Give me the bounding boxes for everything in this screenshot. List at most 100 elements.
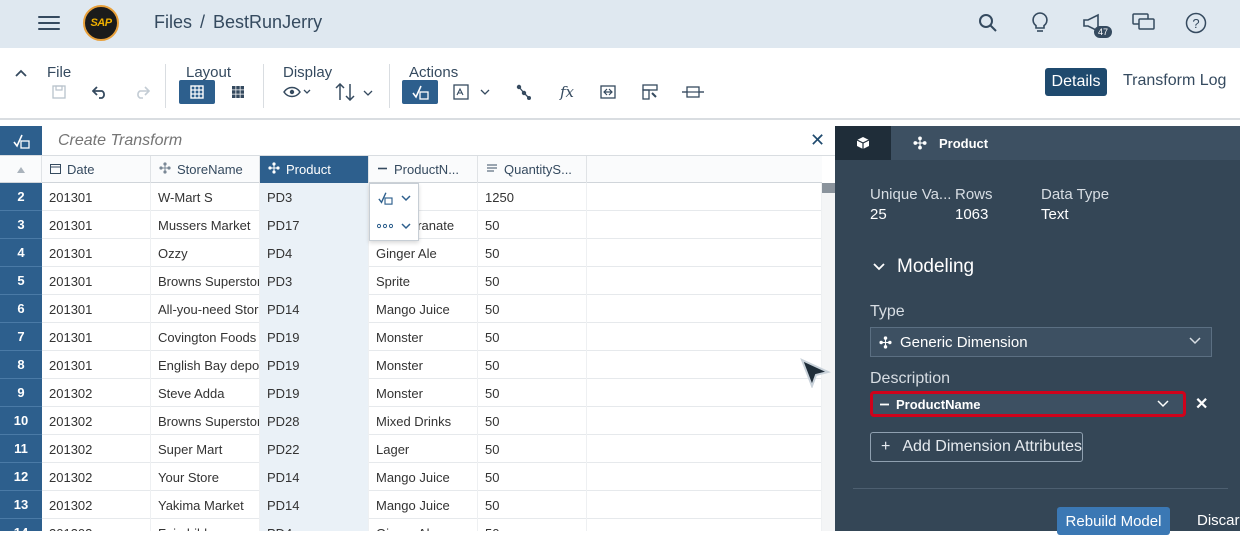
cell-product[interactable]: PD19: [260, 351, 369, 379]
cell-date[interactable]: 201302: [42, 435, 151, 463]
cell-qty[interactable]: 50: [478, 239, 587, 267]
row-number[interactable]: 5: [0, 267, 42, 295]
row-number[interactable]: 7: [0, 323, 42, 351]
cell-store[interactable]: W-Mart S: [151, 183, 260, 211]
table-row[interactable]: 7 201301 Covington Foods PD19 Monster 50: [0, 323, 822, 351]
column-header-storename[interactable]: StoreName: [151, 156, 260, 183]
cell-store[interactable]: Mussers Market: [151, 211, 260, 239]
tile-view-icon[interactable]: [228, 80, 248, 104]
cell-date[interactable]: 201301: [42, 239, 151, 267]
close-transform-icon[interactable]: ✕: [810, 130, 825, 151]
hamburger-menu-icon[interactable]: [38, 12, 60, 32]
table-row[interactable]: 5 201301 Browns Superstore PD3 Sprite 50: [0, 267, 822, 295]
cell-qty[interactable]: 50: [478, 519, 587, 531]
cell-qty[interactable]: 50: [478, 323, 587, 351]
cell-product[interactable]: PD19: [260, 379, 369, 407]
column-header-productname[interactable]: ProductN...: [369, 156, 478, 183]
cell-product[interactable]: PD17: [260, 211, 369, 239]
cell-pname[interactable]: Monster: [369, 379, 478, 407]
cell-date[interactable]: 201301: [42, 267, 151, 295]
cell-qty[interactable]: 1250: [478, 183, 587, 211]
table-row[interactable]: 4 201301 Ozzy PD4 Ginger Ale 50: [0, 239, 822, 267]
cell-product[interactable]: PD4: [260, 519, 369, 531]
cell-qty[interactable]: 50: [478, 351, 587, 379]
cell-store[interactable]: Super Mart: [151, 435, 260, 463]
cell-store[interactable]: Browns Superstore: [151, 267, 260, 295]
scrollbar-thumb[interactable]: [822, 183, 835, 193]
table-row[interactable]: 10 201302 Browns Superstore PD28 Mixed Drink…: [0, 407, 822, 435]
tab-product[interactable]: Product: [891, 126, 1240, 160]
cell-store[interactable]: Yakima Market: [151, 491, 260, 519]
cell-pname[interactable]: Mango Juice: [369, 463, 478, 491]
formula-bar-icon[interactable]: [452, 80, 492, 104]
table-row[interactable]: 13 201302 Yakima Market PD14 Mango Juice 50: [0, 491, 822, 519]
cell-store[interactable]: Ozzy: [151, 239, 260, 267]
cell-pname[interactable]: Sprite: [369, 267, 478, 295]
table-row[interactable]: 12 201302 Your Store PD14 Mango Juice 50: [0, 463, 822, 491]
merge-row-icon[interactable]: [680, 80, 706, 104]
undo-icon[interactable]: [90, 80, 110, 104]
cell-product[interactable]: PD14: [260, 491, 369, 519]
search-icon[interactable]: [975, 10, 1001, 36]
cell-product[interactable]: PD3: [260, 183, 369, 211]
row-number[interactable]: 2: [0, 183, 42, 211]
cell-qty[interactable]: 50: [478, 211, 587, 239]
chat-icon[interactable]: [1131, 10, 1157, 36]
discard-button[interactable]: Discar: [1197, 512, 1240, 529]
cell-qty[interactable]: 50: [478, 491, 587, 519]
row-number[interactable]: 6: [0, 295, 42, 323]
cell-store[interactable]: Fairchild: [151, 519, 260, 531]
megaphone-icon[interactable]: 47: [1080, 10, 1113, 38]
cell-date[interactable]: 201302: [42, 463, 151, 491]
cell-product[interactable]: PD19: [260, 323, 369, 351]
redo-icon[interactable]: [132, 80, 152, 104]
transform-icon[interactable]: [402, 80, 438, 104]
cell-pname[interactable]: Mixed Drinks: [369, 407, 478, 435]
column-header-product[interactable]: Product: [260, 156, 369, 183]
row-number[interactable]: 9: [0, 379, 42, 407]
table-row[interactable]: 9 201302 Steve Adda PD19 Monster 50: [0, 379, 822, 407]
cell-date[interactable]: 201302: [42, 407, 151, 435]
cell-product[interactable]: PD14: [260, 295, 369, 323]
row-number[interactable]: 12: [0, 463, 42, 491]
hierarchy-icon[interactable]: [514, 80, 534, 104]
cell-date[interactable]: 201301: [42, 295, 151, 323]
row-number[interactable]: 14: [0, 519, 42, 531]
column-style-icon[interactable]: [640, 80, 660, 104]
row-number[interactable]: 13: [0, 491, 42, 519]
tab-model-cube[interactable]: [835, 126, 891, 160]
cell-store[interactable]: Covington Foods: [151, 323, 260, 351]
table-row[interactable]: 6 201301 All-you-need Store PD14 Mango Juice…: [0, 295, 822, 323]
visibility-eye-icon[interactable]: [280, 80, 314, 104]
transform-log-button[interactable]: Transform Log: [1123, 72, 1226, 90]
cell-pname[interactable]: Mango Juice: [369, 491, 478, 519]
row-number[interactable]: 11: [0, 435, 42, 463]
cell-date[interactable]: 201302: [42, 379, 151, 407]
add-dimension-attributes-button[interactable]: + Add Dimension Attributes: [870, 432, 1083, 462]
cell-qty[interactable]: 50: [478, 295, 587, 323]
cell-product[interactable]: PD22: [260, 435, 369, 463]
cell-pname[interactable]: Monster: [369, 323, 478, 351]
cell-product[interactable]: PD3: [260, 267, 369, 295]
cell-pname[interactable]: Ginger Ale: [369, 519, 478, 531]
cell-pname[interactable]: Mango Juice: [369, 295, 478, 323]
description-select[interactable]: ProductName: [870, 391, 1186, 417]
sap-logo[interactable]: SAP: [83, 5, 119, 41]
column-header-date[interactable]: Date: [42, 156, 151, 183]
table-row[interactable]: 8 201301 English Bay depot PD19 Monster 50: [0, 351, 822, 379]
cell-date[interactable]: 201301: [42, 211, 151, 239]
row-number[interactable]: 10: [0, 407, 42, 435]
cell-qty[interactable]: 50: [478, 435, 587, 463]
breadcrumb-files[interactable]: Files: [154, 12, 192, 32]
cell-store[interactable]: English Bay depot: [151, 351, 260, 379]
popup-transform-button[interactable]: [370, 184, 418, 212]
cell-pname[interactable]: Lager: [369, 435, 478, 463]
cell-store[interactable]: All-you-need Store: [151, 295, 260, 323]
cell-store[interactable]: Your Store: [151, 463, 260, 491]
grid-view-icon[interactable]: [179, 80, 215, 104]
details-button[interactable]: Details: [1045, 68, 1107, 96]
cell-qty[interactable]: 50: [478, 407, 587, 435]
clear-description-icon[interactable]: ✕: [1195, 394, 1208, 414]
save-icon[interactable]: [50, 80, 68, 104]
split-column-icon[interactable]: [598, 80, 618, 104]
